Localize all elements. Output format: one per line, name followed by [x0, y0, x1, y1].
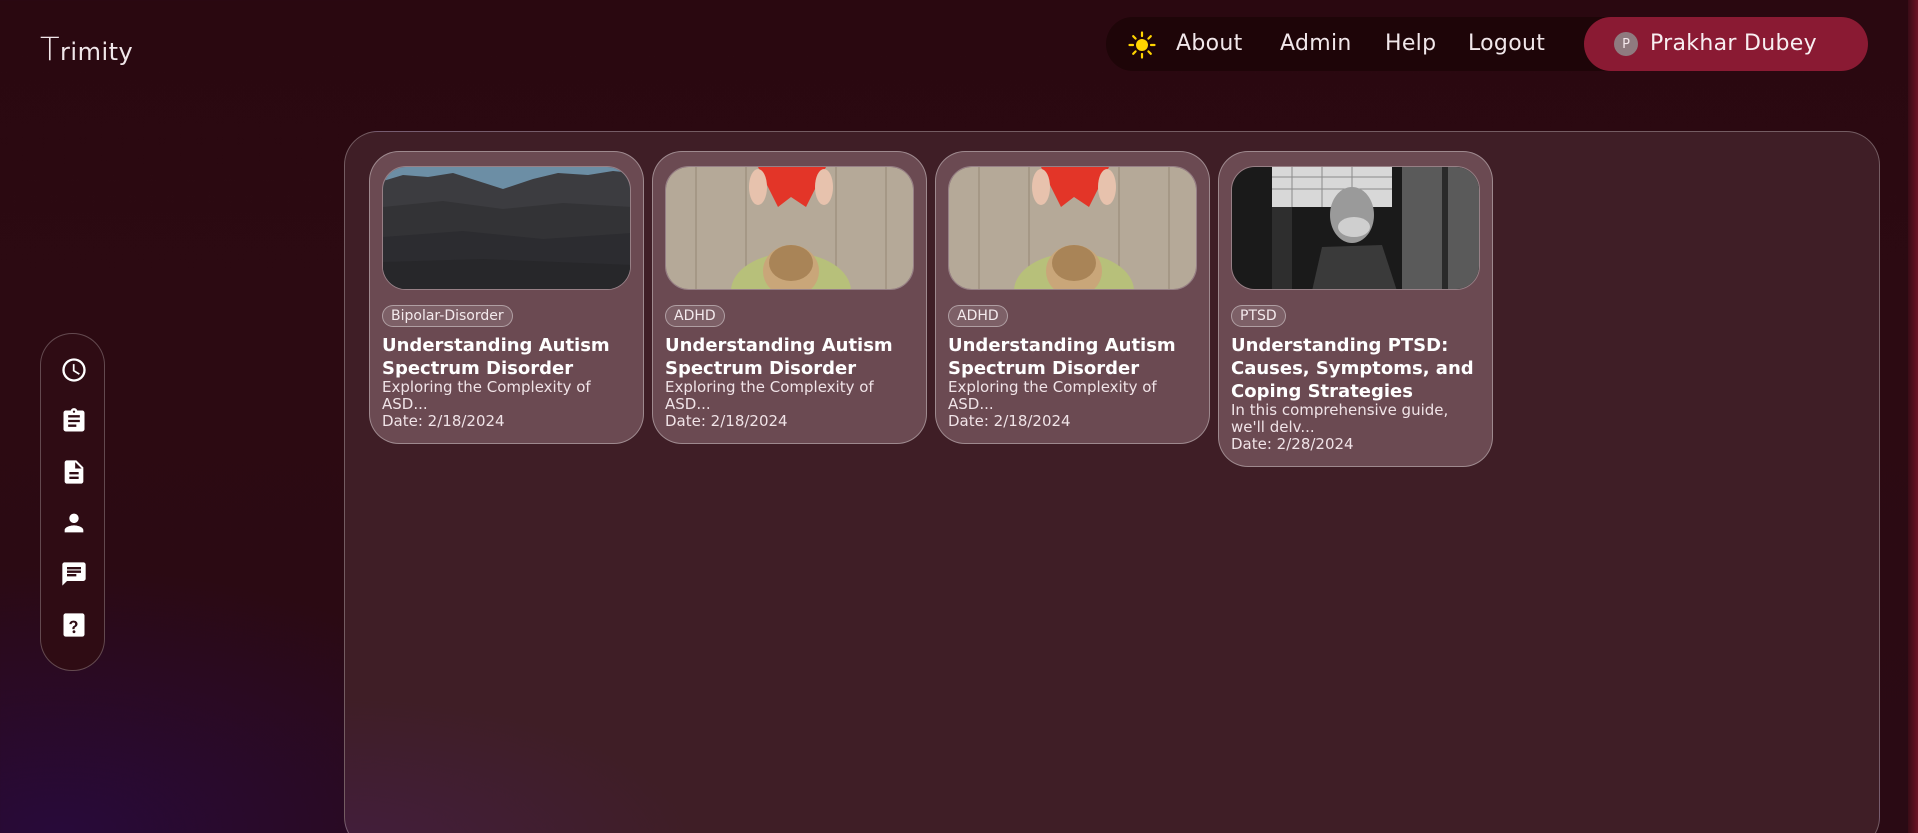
top-nav: About Admin Help Logout P Prakhar Dubey: [1106, 17, 1868, 71]
avatar: P: [1614, 32, 1638, 56]
child-with-red-paper-image: [948, 166, 1197, 290]
nav-link-logout[interactable]: Logout: [1468, 31, 1545, 56]
logo-initial: T: [40, 30, 61, 68]
right-edge-accent: [1908, 0, 1918, 833]
category-tag: ADHD: [665, 305, 725, 327]
card-title: Understanding Autism Spectrum Disorder: [948, 335, 1176, 379]
document-icon[interactable]: [60, 458, 88, 486]
card-title: Understanding PTSD: Causes, Symptoms, an…: [1231, 335, 1474, 402]
chat-icon[interactable]: [60, 560, 88, 588]
card-description: Exploring the Complexity of ASD...: [665, 378, 874, 413]
nav-link-about[interactable]: About: [1176, 31, 1243, 56]
nav-link-admin[interactable]: Admin: [1280, 31, 1352, 56]
card-date: Date: 2/18/2024: [665, 412, 788, 430]
help-icon[interactable]: [60, 611, 88, 639]
article-card[interactable]: ADHD Understanding Autism Spectrum Disor…: [935, 151, 1210, 444]
article-card[interactable]: ADHD Understanding Autism Spectrum Disor…: [652, 151, 927, 444]
clipboard-icon[interactable]: [60, 407, 88, 435]
article-card[interactable]: Bipolar-Disorder Understanding Autism Sp…: [369, 151, 644, 444]
card-description: Exploring the Complexity of ASD...: [382, 378, 591, 413]
rocky-cliff-image: [382, 166, 631, 290]
user-name: Prakhar Dubey: [1650, 31, 1817, 56]
category-tag: PTSD: [1231, 305, 1286, 327]
card-date: Date: 2/18/2024: [382, 412, 505, 430]
category-tag: ADHD: [948, 305, 1008, 327]
category-tag: Bipolar-Disorder: [382, 305, 513, 327]
user-menu-button[interactable]: P Prakhar Dubey: [1584, 17, 1868, 71]
sun-icon[interactable]: [1128, 31, 1156, 59]
card-title: Understanding Autism Spectrum Disorder: [665, 335, 893, 379]
card-date: Date: 2/28/2024: [1231, 435, 1354, 453]
article-card[interactable]: PTSD Understanding PTSD: Causes, Symptom…: [1218, 151, 1493, 467]
card-description: In this comprehensive guide, we'll delv.…: [1231, 401, 1449, 436]
nav-link-help[interactable]: Help: [1385, 31, 1436, 56]
child-with-red-paper-image: [665, 166, 914, 290]
card-date: Date: 2/18/2024: [948, 412, 1071, 430]
masked-person-image: [1231, 166, 1480, 290]
card-description: Exploring the Complexity of ASD...: [948, 378, 1157, 413]
sidebar: [40, 333, 105, 671]
logo-rest: rimity: [60, 38, 134, 66]
app-logo[interactable]: Trimity: [40, 30, 133, 68]
clock-icon[interactable]: [60, 356, 88, 384]
card-title: Understanding Autism Spectrum Disorder: [382, 335, 610, 379]
person-icon[interactable]: [60, 509, 88, 537]
